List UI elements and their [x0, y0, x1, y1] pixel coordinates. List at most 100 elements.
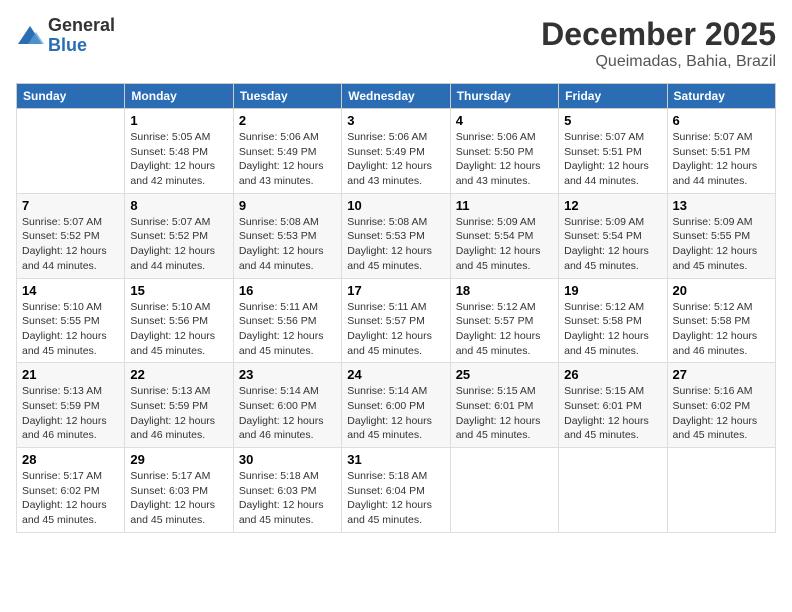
logo-icon [16, 22, 44, 50]
calendar-cell [667, 448, 775, 533]
calendar-cell [17, 109, 125, 194]
calendar-cell: 16 Sunrise: 5:11 AMSunset: 5:56 PMDaylig… [233, 278, 341, 363]
day-number: 27 [673, 367, 770, 382]
calendar-cell: 1 Sunrise: 5:05 AMSunset: 5:48 PMDayligh… [125, 109, 233, 194]
header-friday: Friday [559, 84, 667, 109]
day-number: 9 [239, 198, 336, 213]
day-number: 26 [564, 367, 661, 382]
logo-text: General Blue [48, 16, 115, 56]
logo-blue: Blue [48, 36, 115, 56]
day-number: 4 [456, 113, 553, 128]
title-block: December 2025 Queimadas, Bahia, Brazil [541, 16, 776, 71]
calendar-cell: 3 Sunrise: 5:06 AMSunset: 5:49 PMDayligh… [342, 109, 450, 194]
calendar-subtitle: Queimadas, Bahia, Brazil [541, 53, 776, 71]
day-info: Sunrise: 5:05 AMSunset: 5:48 PMDaylight:… [130, 131, 215, 187]
day-number: 3 [347, 113, 444, 128]
calendar-cell: 17 Sunrise: 5:11 AMSunset: 5:57 PMDaylig… [342, 278, 450, 363]
day-number: 1 [130, 113, 227, 128]
day-number: 8 [130, 198, 227, 213]
calendar-cell: 7 Sunrise: 5:07 AMSunset: 5:52 PMDayligh… [17, 193, 125, 278]
day-info: Sunrise: 5:06 AMSunset: 5:49 PMDaylight:… [347, 131, 432, 187]
day-info: Sunrise: 5:14 AMSunset: 6:00 PMDaylight:… [347, 385, 432, 441]
day-info: Sunrise: 5:18 AMSunset: 6:04 PMDaylight:… [347, 470, 432, 526]
calendar-cell: 22 Sunrise: 5:13 AMSunset: 5:59 PMDaylig… [125, 363, 233, 448]
day-info: Sunrise: 5:16 AMSunset: 6:02 PMDaylight:… [673, 385, 758, 441]
calendar-cell: 25 Sunrise: 5:15 AMSunset: 6:01 PMDaylig… [450, 363, 558, 448]
day-number: 2 [239, 113, 336, 128]
calendar-cell [450, 448, 558, 533]
header-tuesday: Tuesday [233, 84, 341, 109]
day-info: Sunrise: 5:08 AMSunset: 5:53 PMDaylight:… [239, 216, 324, 272]
logo-general: General [48, 16, 115, 36]
day-number: 28 [22, 452, 119, 467]
day-info: Sunrise: 5:13 AMSunset: 5:59 PMDaylight:… [130, 385, 215, 441]
day-number: 11 [456, 198, 553, 213]
calendar-table: SundayMondayTuesdayWednesdayThursdayFrid… [16, 83, 776, 533]
calendar-cell: 2 Sunrise: 5:06 AMSunset: 5:49 PMDayligh… [233, 109, 341, 194]
day-info: Sunrise: 5:12 AMSunset: 5:57 PMDaylight:… [456, 301, 541, 357]
day-info: Sunrise: 5:10 AMSunset: 5:56 PMDaylight:… [130, 301, 215, 357]
day-info: Sunrise: 5:07 AMSunset: 5:51 PMDaylight:… [673, 131, 758, 187]
day-number: 12 [564, 198, 661, 213]
header-sunday: Sunday [17, 84, 125, 109]
day-info: Sunrise: 5:17 AMSunset: 6:02 PMDaylight:… [22, 470, 107, 526]
calendar-cell: 21 Sunrise: 5:13 AMSunset: 5:59 PMDaylig… [17, 363, 125, 448]
day-number: 29 [130, 452, 227, 467]
day-number: 30 [239, 452, 336, 467]
calendar-cell: 23 Sunrise: 5:14 AMSunset: 6:00 PMDaylig… [233, 363, 341, 448]
day-number: 17 [347, 283, 444, 298]
day-number: 5 [564, 113, 661, 128]
day-info: Sunrise: 5:08 AMSunset: 5:53 PMDaylight:… [347, 216, 432, 272]
week-row-2: 14 Sunrise: 5:10 AMSunset: 5:55 PMDaylig… [17, 278, 776, 363]
day-info: Sunrise: 5:18 AMSunset: 6:03 PMDaylight:… [239, 470, 324, 526]
day-info: Sunrise: 5:12 AMSunset: 5:58 PMDaylight:… [564, 301, 649, 357]
day-info: Sunrise: 5:12 AMSunset: 5:58 PMDaylight:… [673, 301, 758, 357]
calendar-cell: 4 Sunrise: 5:06 AMSunset: 5:50 PMDayligh… [450, 109, 558, 194]
day-number: 25 [456, 367, 553, 382]
header-saturday: Saturday [667, 84, 775, 109]
calendar-cell: 18 Sunrise: 5:12 AMSunset: 5:57 PMDaylig… [450, 278, 558, 363]
calendar-cell: 30 Sunrise: 5:18 AMSunset: 6:03 PMDaylig… [233, 448, 341, 533]
week-row-1: 7 Sunrise: 5:07 AMSunset: 5:52 PMDayligh… [17, 193, 776, 278]
calendar-cell: 28 Sunrise: 5:17 AMSunset: 6:02 PMDaylig… [17, 448, 125, 533]
day-info: Sunrise: 5:09 AMSunset: 5:55 PMDaylight:… [673, 216, 758, 272]
calendar-cell: 27 Sunrise: 5:16 AMSunset: 6:02 PMDaylig… [667, 363, 775, 448]
day-info: Sunrise: 5:09 AMSunset: 5:54 PMDaylight:… [456, 216, 541, 272]
day-info: Sunrise: 5:11 AMSunset: 5:57 PMDaylight:… [347, 301, 432, 357]
day-number: 24 [347, 367, 444, 382]
calendar-title: December 2025 [541, 16, 776, 53]
day-number: 6 [673, 113, 770, 128]
calendar-cell: 13 Sunrise: 5:09 AMSunset: 5:55 PMDaylig… [667, 193, 775, 278]
calendar-cell: 26 Sunrise: 5:15 AMSunset: 6:01 PMDaylig… [559, 363, 667, 448]
day-number: 16 [239, 283, 336, 298]
header-row: SundayMondayTuesdayWednesdayThursdayFrid… [17, 84, 776, 109]
day-info: Sunrise: 5:07 AMSunset: 5:51 PMDaylight:… [564, 131, 649, 187]
calendar-cell: 9 Sunrise: 5:08 AMSunset: 5:53 PMDayligh… [233, 193, 341, 278]
day-info: Sunrise: 5:17 AMSunset: 6:03 PMDaylight:… [130, 470, 215, 526]
day-number: 20 [673, 283, 770, 298]
calendar-cell: 14 Sunrise: 5:10 AMSunset: 5:55 PMDaylig… [17, 278, 125, 363]
week-row-4: 28 Sunrise: 5:17 AMSunset: 6:02 PMDaylig… [17, 448, 776, 533]
day-number: 14 [22, 283, 119, 298]
calendar-cell: 31 Sunrise: 5:18 AMSunset: 6:04 PMDaylig… [342, 448, 450, 533]
week-row-3: 21 Sunrise: 5:13 AMSunset: 5:59 PMDaylig… [17, 363, 776, 448]
day-number: 21 [22, 367, 119, 382]
day-number: 15 [130, 283, 227, 298]
calendar-cell: 19 Sunrise: 5:12 AMSunset: 5:58 PMDaylig… [559, 278, 667, 363]
header-monday: Monday [125, 84, 233, 109]
calendar-body: 1 Sunrise: 5:05 AMSunset: 5:48 PMDayligh… [17, 109, 776, 533]
day-number: 19 [564, 283, 661, 298]
calendar-cell: 8 Sunrise: 5:07 AMSunset: 5:52 PMDayligh… [125, 193, 233, 278]
calendar-cell: 15 Sunrise: 5:10 AMSunset: 5:56 PMDaylig… [125, 278, 233, 363]
calendar-cell: 24 Sunrise: 5:14 AMSunset: 6:00 PMDaylig… [342, 363, 450, 448]
calendar-header: SundayMondayTuesdayWednesdayThursdayFrid… [17, 84, 776, 109]
calendar-cell: 5 Sunrise: 5:07 AMSunset: 5:51 PMDayligh… [559, 109, 667, 194]
day-number: 22 [130, 367, 227, 382]
day-info: Sunrise: 5:06 AMSunset: 5:49 PMDaylight:… [239, 131, 324, 187]
calendar-cell: 12 Sunrise: 5:09 AMSunset: 5:54 PMDaylig… [559, 193, 667, 278]
day-number: 18 [456, 283, 553, 298]
day-number: 13 [673, 198, 770, 213]
calendar-cell: 11 Sunrise: 5:09 AMSunset: 5:54 PMDaylig… [450, 193, 558, 278]
calendar-cell: 10 Sunrise: 5:08 AMSunset: 5:53 PMDaylig… [342, 193, 450, 278]
day-info: Sunrise: 5:06 AMSunset: 5:50 PMDaylight:… [456, 131, 541, 187]
